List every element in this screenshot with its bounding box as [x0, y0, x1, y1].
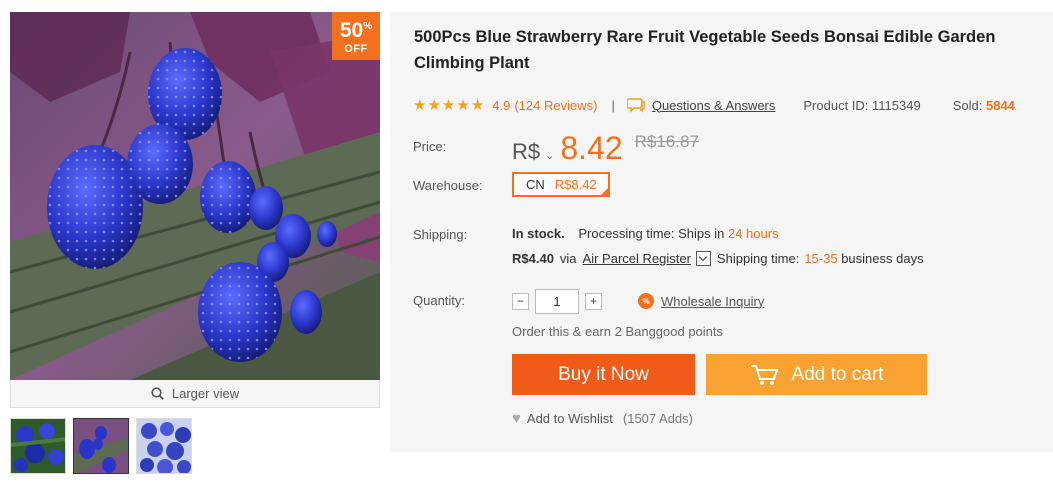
chevron-down-icon: [699, 252, 708, 262]
add-to-cart-label: Add to cart: [791, 363, 884, 385]
shipping-method-link[interactable]: Air Parcel Register: [583, 251, 691, 266]
buy-now-button[interactable]: Buy it Now: [512, 354, 695, 395]
magnifier-icon: [151, 387, 164, 400]
wishlist-count: (1507 Adds): [622, 411, 693, 426]
product-meta-row: ★ ★ ★ ★ ★ 4.9 (124 Reviews) | Questions …: [413, 96, 1015, 114]
price-row: R$ ⌄ 8.42 R$16.87: [512, 130, 699, 167]
percent-badge-icon: %: [638, 293, 654, 309]
thumbnail-3[interactable]: [136, 418, 192, 474]
quantity-increase-button[interactable]: +: [585, 293, 602, 310]
blue-strawberry-photo: [10, 12, 380, 380]
larger-view-label: Larger view: [171, 386, 240, 401]
questions-answers-link[interactable]: Questions & Answers: [652, 98, 776, 113]
shipping-time-label: Shipping time:: [716, 251, 800, 266]
discount-off-label: OFF: [344, 43, 368, 55]
currency-selector[interactable]: R$: [512, 139, 540, 165]
thumbnail-strip: [10, 418, 380, 474]
wholesale-inquiry-link[interactable]: Wholesale Inquiry: [661, 294, 764, 309]
meta-separator: |: [611, 97, 615, 113]
product-gallery: 50% OFF Larger view: [10, 12, 380, 474]
cart-icon: [750, 364, 778, 385]
product-id: Product ID: 1115349: [803, 97, 921, 113]
star-icon: ★: [427, 96, 441, 114]
star-icon: ★: [413, 96, 427, 114]
current-price: 8.42: [560, 130, 623, 166]
stock-status: In stock.: [512, 226, 565, 241]
thumbnail-image: [11, 419, 65, 473]
processing-time: 24 hours: [727, 226, 779, 241]
warehouse-option-cn[interactable]: CN R$8.42: [512, 172, 610, 197]
thumbnail-2[interactable]: [73, 418, 129, 474]
quantity-input[interactable]: [535, 289, 579, 314]
larger-view-button[interactable]: Larger view: [10, 380, 380, 408]
shipping-time-value: 15-35: [804, 251, 838, 266]
stock-row: In stock. Processing time: Ships in 24 h…: [512, 226, 779, 241]
warehouse-code: CN: [526, 177, 545, 192]
price-label: Price:: [413, 139, 447, 154]
shipping-label: Shipping:: [413, 227, 468, 242]
add-to-cart-button[interactable]: Add to cart: [706, 354, 927, 395]
original-price: R$16.87: [634, 132, 699, 151]
shipping-method-row: R$4.40 via Air Parcel Register Shipping …: [512, 251, 924, 266]
shipping-time-suffix: business days: [841, 251, 924, 266]
product-title: 500Pcs Blue Strawberry Rare Fruit Vegeta…: [414, 28, 996, 72]
heart-icon: ♥: [512, 410, 521, 427]
points-note: Order this & earn 2 Banggood points: [512, 324, 724, 339]
star-icon: ★: [441, 96, 456, 114]
thumbnail-image: [74, 419, 128, 473]
wishlist-row[interactable]: ♥ Add to Wishlist (1507 Adds): [512, 410, 693, 427]
reviews-link[interactable]: (124 Reviews): [514, 98, 597, 113]
shipping-method-dropdown[interactable]: [695, 251, 711, 266]
chevron-down-icon[interactable]: ⌄: [545, 149, 554, 162]
processing-prefix: Ships in: [678, 226, 725, 241]
rating-value: 4.9: [492, 97, 511, 113]
wishlist-label[interactable]: Add to Wishlist: [527, 411, 613, 426]
quantity-stepper: − +: [512, 289, 602, 314]
star-icon: ★: [470, 96, 485, 114]
thumbnail-1[interactable]: [10, 418, 66, 474]
processing-label: Processing time:: [578, 226, 675, 241]
rating-stars: ★ ★ ★ ★ ★: [413, 98, 484, 113]
product-info-panel: 500Pcs Blue Strawberry Rare Fruit Vegeta…: [390, 12, 1053, 452]
quantity-label: Quantity:: [413, 293, 466, 308]
via-text: via: [559, 251, 577, 266]
sold-count: Sold: 5844: [952, 97, 1015, 113]
warehouse-label: Warehouse:: [413, 178, 483, 193]
discount-badge: 50% OFF: [332, 12, 380, 60]
discount-percent: 50%: [339, 19, 373, 42]
main-product-image[interactable]: 50% OFF: [10, 12, 380, 380]
chat-bubble-icon: [626, 98, 645, 113]
shipping-cost: R$4.40: [512, 251, 554, 266]
warehouse-price: R$8.42: [554, 177, 597, 192]
selected-corner-icon: [600, 187, 609, 196]
quantity-decrease-button[interactable]: −: [512, 293, 529, 310]
star-icon: ★: [456, 96, 470, 114]
wholesale-inquiry[interactable]: % Wholesale Inquiry: [638, 293, 764, 309]
thumbnail-image: [137, 419, 191, 473]
